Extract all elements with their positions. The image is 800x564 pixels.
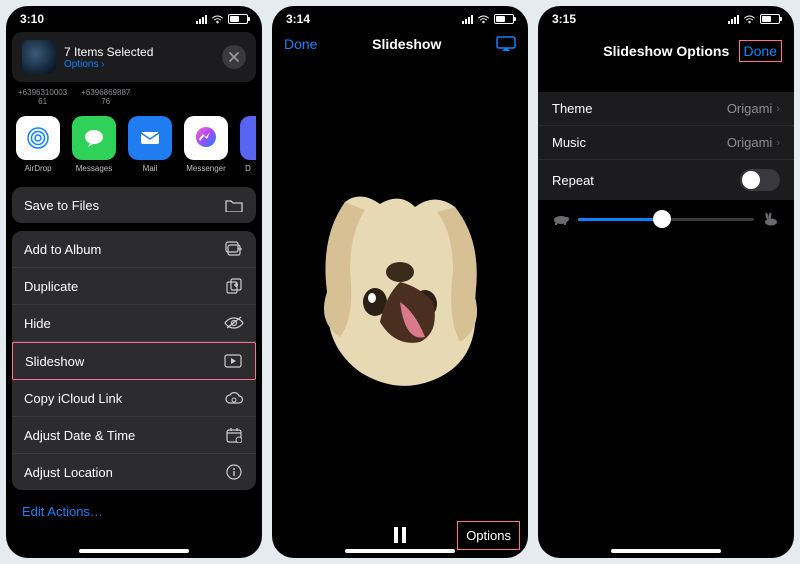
wifi-icon [211,15,224,24]
cloud-icon [224,390,244,406]
share-sheet-screen: 3:10 7 Items Selected Options › +6396310… [6,6,262,558]
eye-off-icon [224,315,244,331]
share-header: 7 Items Selected Options › [12,32,256,82]
selection-thumbnail [22,40,56,74]
status-bar: 3:10 [6,6,262,26]
slideshow-stage[interactable] [272,62,528,512]
status-time: 3:10 [20,12,44,26]
screen-title: Slideshow [372,36,441,52]
messenger-icon [184,116,228,160]
done-button[interactable]: Done [284,36,317,52]
app-discord[interactable]: D [240,116,256,173]
folder-icon [224,197,244,213]
action-add-to-album[interactable]: Add to Album [12,231,256,268]
airplay-icon [496,36,516,52]
status-indicators [196,14,248,24]
calendar-icon [224,427,244,443]
pause-button[interactable] [393,527,407,543]
options-header: Slideshow Options Done [538,26,794,74]
action-adjust-location[interactable]: Adjust Location [12,454,256,490]
save-group: Save to Files [12,187,256,223]
option-theme[interactable]: Theme Origami› [538,92,794,126]
contact-item[interactable]: +6396310003 61 [18,88,67,106]
discord-icon [240,116,256,160]
contact-item[interactable]: +6396869887 76 [81,88,130,106]
action-group: Add to Album Duplicate Hide Slideshow Co… [12,231,256,490]
home-indicator[interactable] [345,549,455,553]
status-indicators [728,14,780,24]
recent-contacts: +6396310003 61 +6396869887 76 [6,82,262,110]
status-indicators [462,14,514,24]
mail-icon [128,116,172,160]
slideshow-playback-screen: 3:14 Done Slideshow [272,6,528,558]
slideshow-options-screen: 3:15 Slideshow Options Done Theme Origam… [538,6,794,558]
battery-icon [494,14,514,24]
turtle-icon [552,213,570,225]
album-icon [224,241,244,257]
share-header-text: 7 Items Selected Options › [64,45,222,70]
wifi-icon [477,15,490,24]
battery-icon [228,14,248,24]
chevron-right-icon: › [776,137,780,149]
status-time: 3:15 [552,12,576,26]
action-save-to-files[interactable]: Save to Files [12,187,256,223]
done-button[interactable]: Done [739,40,782,62]
info-icon [224,464,244,480]
app-messenger[interactable]: Messenger [184,116,228,173]
messages-icon [72,116,116,160]
cellular-icon [462,15,473,24]
cellular-icon [728,15,739,24]
status-bar: 3:15 [538,6,794,26]
home-indicator[interactable] [79,549,189,553]
duplicate-icon [224,278,244,294]
share-apps-row[interactable]: AirDrop Messages Mail Messenger D [6,110,262,183]
battery-icon [760,14,780,24]
speed-slider-row [538,200,794,238]
app-messages[interactable]: Messages [72,116,116,173]
options-list: Theme Origami› Music Origami› Repeat [538,92,794,200]
close-button[interactable] [222,45,246,69]
chevron-right-icon: › [776,103,780,115]
play-rect-icon [223,353,243,369]
slideshow-image [305,182,495,392]
cellular-icon [196,15,207,24]
airplay-button[interactable] [496,36,516,52]
speed-slider[interactable] [578,218,754,221]
option-repeat: Repeat [538,160,794,200]
selection-title: 7 Items Selected [64,45,222,59]
status-time: 3:14 [286,12,310,26]
close-icon [229,52,239,62]
slideshow-header: Done Slideshow [272,26,528,62]
app-mail[interactable]: Mail [128,116,172,173]
action-duplicate[interactable]: Duplicate [12,268,256,305]
edit-actions-link[interactable]: Edit Actions… [6,494,262,529]
option-music[interactable]: Music Origami› [538,126,794,160]
airdrop-icon [16,116,60,160]
wifi-icon [743,15,756,24]
slider-thumb[interactable] [653,210,671,228]
status-bar: 3:14 [272,6,528,26]
action-slideshow[interactable]: Slideshow [12,342,256,380]
action-hide[interactable]: Hide [12,305,256,342]
rabbit-icon [762,212,780,226]
screen-title: Slideshow Options [594,43,739,59]
repeat-toggle[interactable] [740,169,780,191]
home-indicator[interactable] [611,549,721,553]
action-adjust-date-time[interactable]: Adjust Date & Time [12,417,256,454]
options-button[interactable]: Options [457,521,520,550]
pause-icon [393,527,407,543]
action-copy-icloud-link[interactable]: Copy iCloud Link [12,380,256,417]
options-link[interactable]: Options › [64,59,222,70]
app-airdrop[interactable]: AirDrop [16,116,60,173]
